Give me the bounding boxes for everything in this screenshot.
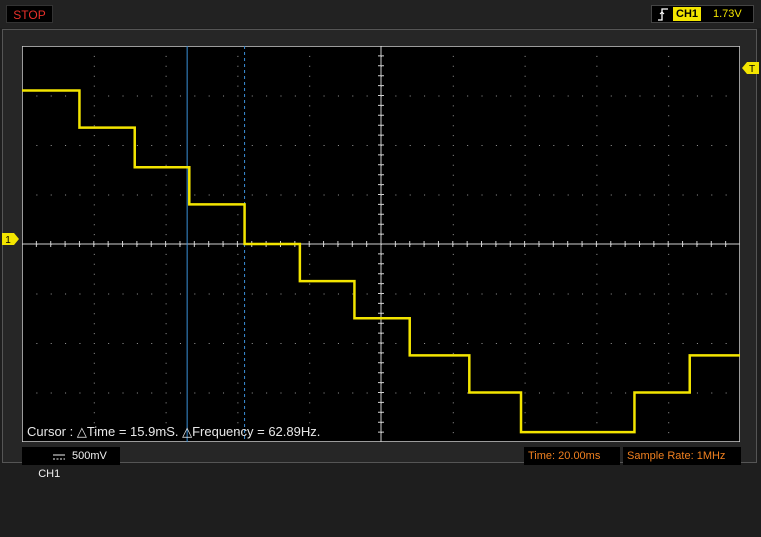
sample-rate-status: Sample Rate: 1MHz [623, 447, 741, 465]
channel-status[interactable]: CH1 500mV [22, 447, 120, 480]
volts-per-div: 500mV [72, 450, 107, 462]
channel-marker-label: 1 [5, 235, 11, 246]
top-status-bar: STOP CH1 1.73V [0, 0, 761, 28]
dc-coupling-icon [53, 454, 65, 460]
waveform-graticule [22, 46, 740, 442]
trigger-level-marker[interactable]: T [741, 61, 759, 75]
trigger-status[interactable]: CH1 1.73V [651, 5, 754, 23]
cursor-measurement-readout: Cursor : △Time = 15.9mS. △Frequency = 62… [27, 424, 321, 439]
channel-1-level-marker[interactable]: 1 [2, 232, 20, 246]
rising-edge-icon [658, 8, 668, 21]
channel-label: CH1 [38, 468, 61, 480]
run-stop-button[interactable]: STOP [6, 5, 53, 23]
timebase-status[interactable]: Time: 20.00ms [524, 447, 620, 465]
waveform-display[interactable] [22, 46, 740, 442]
trigger-level-value: 1.73V [713, 8, 742, 20]
trigger-channel-badge: CH1 [673, 7, 702, 21]
bottom-status-bar: CH1 500mV Time: 20.00ms Sample Rate: 1MH… [0, 446, 761, 480]
trigger-marker-label: T [749, 64, 755, 75]
